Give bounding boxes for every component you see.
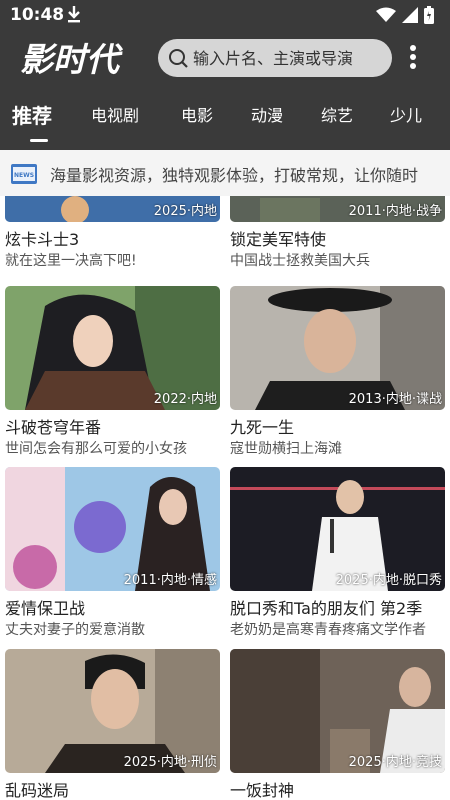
- video-title: 脱口秀和Ta的朋友们 第2季: [230, 599, 423, 618]
- video-thumbnail: 2025·内地: [5, 196, 220, 222]
- video-thumbnail: 2011·内地·战争: [230, 196, 445, 222]
- battery-icon: [424, 6, 434, 24]
- signal-icon: [402, 7, 418, 23]
- video-meta: 2013·内地·谍战: [348, 392, 442, 407]
- video-thumbnail: 2025·内地·刑侦: [5, 649, 220, 773]
- search-input[interactable]: [193, 48, 383, 68]
- tab-movies[interactable]: 电影: [181, 96, 213, 136]
- video-title: 九死一生: [230, 418, 295, 437]
- video-title: 乱码迷局: [5, 781, 70, 800]
- app-logo: 影时代: [18, 38, 148, 79]
- news-ticker[interactable]: NEWS 海量影视资源，独特观影体验，打破常规，让你随时: [0, 150, 450, 196]
- video-title: 斗破苍穹年番: [5, 418, 102, 437]
- video-card[interactable]: 2025·内地·竞技 一饭封神: [230, 649, 445, 800]
- video-subtitle: 寇世勋横扫上海滩: [230, 441, 342, 457]
- video-subtitle: 中国战士拯救美国大兵: [230, 253, 370, 269]
- tab-variety[interactable]: 综艺: [321, 96, 353, 136]
- video-card[interactable]: 2011·内地·情感 爱情保卫战 丈夫对妻子的爱意消散: [5, 467, 220, 649]
- video-title: 爱情保卫战: [5, 599, 86, 618]
- tab-recommend[interactable]: 推荐: [12, 96, 52, 136]
- svg-text:NEWS: NEWS: [14, 172, 34, 179]
- wifi-icon: [376, 7, 396, 22]
- video-thumbnail: 2022·内地: [5, 286, 220, 410]
- video-meta: 2025·内地·竞技: [348, 755, 442, 770]
- video-card[interactable]: 2013·内地·谍战 九死一生 寇世勋横扫上海滩: [230, 286, 445, 468]
- news-icon: NEWS: [11, 164, 37, 184]
- tab-kids[interactable]: 少儿: [390, 96, 422, 136]
- news-text: 海量影视资源，独特观影体验，打破常规，让你随时: [50, 166, 419, 185]
- search-icon: [169, 49, 188, 68]
- video-meta: 2025·内地·脱口秀: [335, 573, 442, 588]
- category-tabs: 推荐 电视剧 电影 动漫 综艺 少儿: [0, 96, 450, 142]
- video-card[interactable]: 2011·内地·战争 锁定美军特使 中国战士拯救美国大兵: [230, 196, 445, 280]
- tab-tv-series[interactable]: 电视剧: [91, 96, 139, 136]
- status-time: 10:48: [10, 5, 65, 25]
- video-meta: 2011·内地·情感: [123, 573, 217, 588]
- video-thumbnail: 2025·内地·竞技: [230, 649, 445, 773]
- video-card[interactable]: 2022·内地 斗破苍穹年番 世间怎会有那么可爱的小女孩: [5, 286, 220, 468]
- active-tab-indicator: [30, 139, 48, 142]
- video-meta: 2011·内地·战争: [348, 204, 442, 219]
- download-icon: [68, 6, 80, 23]
- video-thumbnail: 2013·内地·谍战: [230, 286, 445, 410]
- video-title: 炫卡斗士3: [5, 230, 80, 249]
- video-thumbnail: 2025·内地·脱口秀: [230, 467, 445, 591]
- more-options-icon[interactable]: [404, 42, 422, 72]
- video-title: 一饭封神: [230, 781, 295, 800]
- video-card[interactable]: 2025·内地·脱口秀 脱口秀和Ta的朋友们 第2季 老奶奶是高寒青春疼痛文学作…: [230, 467, 445, 649]
- tab-anime[interactable]: 动漫: [251, 96, 283, 136]
- search-bar[interactable]: [158, 39, 392, 77]
- video-meta: 2025·内地: [153, 204, 217, 219]
- video-subtitle: 老奶奶是高寒青春疼痛文学作者: [230, 622, 426, 638]
- video-card[interactable]: 2025·内地 炫卡斗士3 就在这里一决高下吧!: [5, 196, 220, 280]
- video-meta: 2025·内地·刑侦: [123, 755, 217, 770]
- video-subtitle: 世间怎会有那么可爱的小女孩: [5, 441, 187, 457]
- status-bar: 10:48: [0, 0, 450, 32]
- video-title: 锁定美军特使: [230, 230, 327, 249]
- video-card[interactable]: 2025·内地·刑侦 乱码迷局: [5, 649, 220, 800]
- video-thumbnail: 2011·内地·情感: [5, 467, 220, 591]
- top-bar: 10:48 影时代 推荐 电视剧 电影 动漫 综艺 少儿: [0, 0, 450, 150]
- video-subtitle: 丈夫对妻子的爱意消散: [5, 622, 145, 638]
- svg-text:影时代: 影时代: [20, 40, 123, 78]
- content-grid: 2025·内地 炫卡斗士3 就在这里一决高下吧! 2011·内地·战争 锁定美军…: [0, 196, 450, 800]
- video-subtitle: 就在这里一决高下吧!: [5, 253, 137, 269]
- video-meta: 2022·内地: [153, 392, 217, 407]
